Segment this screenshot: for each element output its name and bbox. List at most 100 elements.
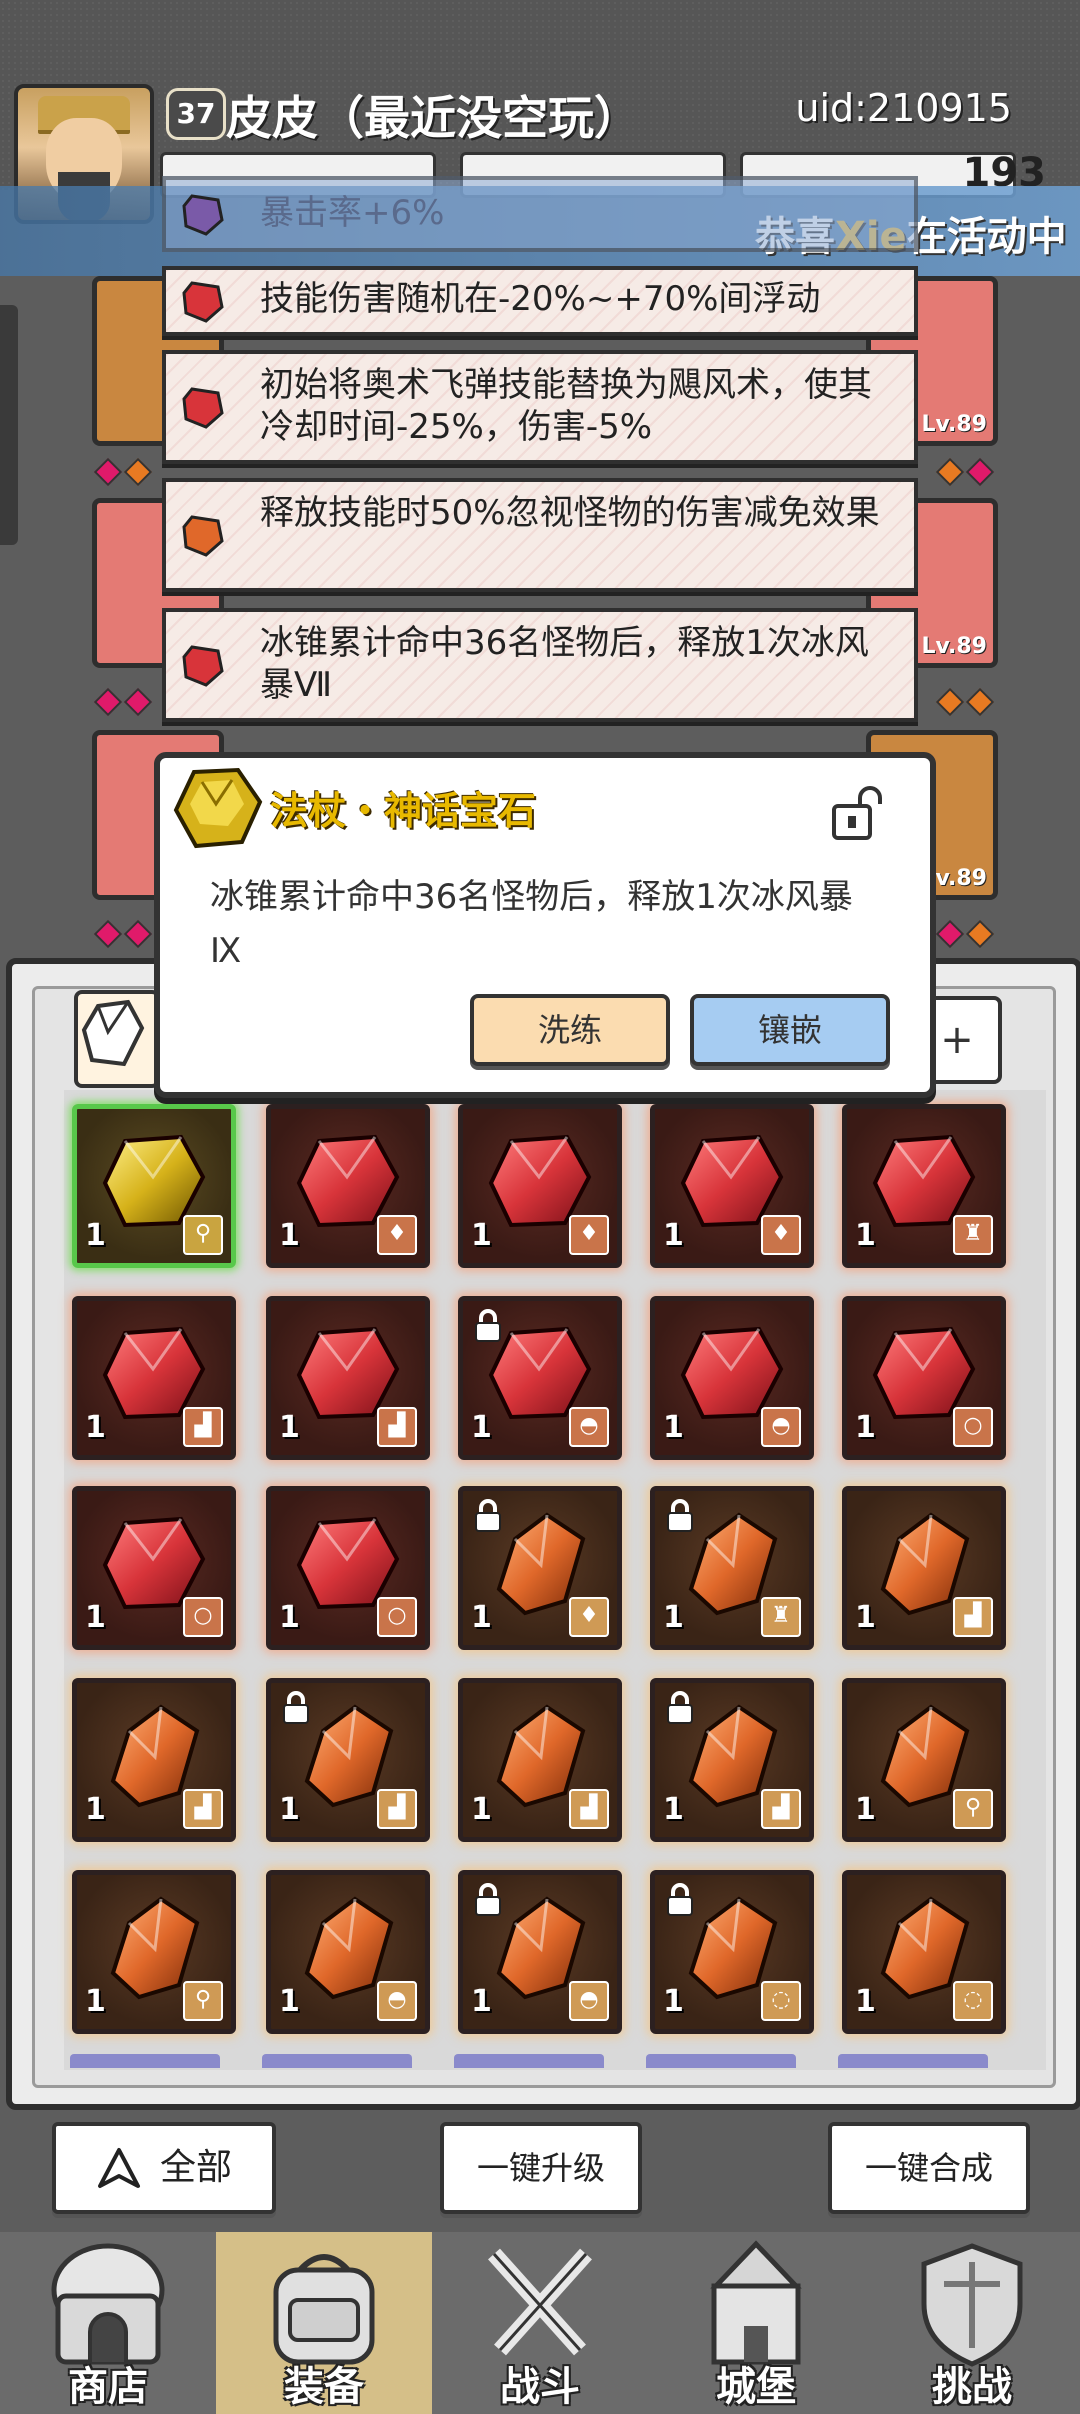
gem-count: 1 — [471, 1218, 492, 1253]
inventory-gem-cell[interactable]: 1 ▟ — [650, 1678, 814, 1842]
boot-slot-icon: ▟ — [569, 1789, 609, 1829]
inventory-gem-cell[interactable]: 1 ⚲ — [72, 1104, 236, 1268]
boot-slot-icon: ▟ — [761, 1789, 801, 1829]
gem-socket-indicator — [123, 687, 153, 717]
ring-slot-icon: ○ — [377, 1597, 417, 1637]
inventory-gem-cell[interactable]: 1 ◓ — [458, 1870, 622, 2034]
gem-count: 1 — [663, 1600, 684, 1635]
filter-all-button[interactable]: 全部 — [52, 2122, 276, 2214]
staff-slot-icon: ⚲ — [183, 1981, 223, 2021]
gem-count: 1 — [663, 1410, 684, 1445]
nav-tab-equipment[interactable]: 装备 — [216, 2232, 432, 2414]
inventory-gem-cell[interactable]: 1 ⚲ — [72, 1870, 236, 2034]
inlay-button[interactable]: 镶嵌 — [690, 994, 890, 1066]
mythic-gem-icon — [173, 767, 263, 849]
castle-icon — [710, 2240, 802, 2365]
gem-count: 1 — [855, 1792, 876, 1827]
shield-icon — [921, 2243, 1023, 2367]
inventory-gem-cell[interactable]: 1 ▟ — [72, 1678, 236, 1842]
inventory-gem-cell[interactable]: 1 ♦ — [458, 1104, 622, 1268]
gem-count: 1 — [855, 1218, 876, 1253]
gem-socket-indicator — [93, 919, 123, 949]
boot-slot-icon: ▟ — [183, 1407, 223, 1447]
gem-socket-indicator — [965, 919, 995, 949]
player-name: 皮皮（最近没空玩） — [226, 91, 640, 145]
inventory-gem-cell[interactable]: 1 ▟ — [266, 1296, 430, 1460]
affix-row: 释放技能时50%忽视怪物的伤害减免效果 — [162, 478, 918, 592]
helmet-slot-icon: ◓ — [377, 1981, 417, 2021]
inventory-gem-cell[interactable]: 1 ▟ — [842, 1486, 1006, 1650]
gem-count: 1 — [471, 1410, 492, 1445]
inventory-gem-cell[interactable]: 1 ♦ — [266, 1104, 430, 1268]
gem-socket-indicator — [935, 687, 965, 717]
inventory-gem-cell[interactable]: 1 ○ — [266, 1486, 430, 1650]
lock-icon — [667, 1499, 693, 1532]
nav-tab-shop[interactable]: 商店 — [0, 2232, 216, 2414]
gem-category-tab[interactable] — [74, 990, 160, 1088]
gem-count: 1 — [85, 1600, 106, 1635]
affix-row: 冰锥累计命中36名怪物后，释放1次冰风暴Ⅶ — [162, 608, 918, 722]
boot-slot-icon: ▟ — [377, 1789, 417, 1829]
player-level-badge: 37 — [166, 88, 226, 140]
drop-slot-icon: ♦ — [761, 1215, 801, 1255]
gem-count: 1 — [279, 1218, 300, 1253]
helmet-slot-icon: ◓ — [761, 1407, 801, 1447]
inventory-gem-cell[interactable]: 1 ◓ — [458, 1296, 622, 1460]
gem-count: 1 — [85, 1984, 106, 2019]
next-row-peek — [70, 2054, 1030, 2072]
gem-count: 1 — [855, 1984, 876, 2019]
inventory-gem-cell[interactable]: 1 ♦ — [458, 1486, 622, 1650]
inventory-gem-cell[interactable]: 1 ○ — [72, 1486, 236, 1650]
unlock-icon[interactable] — [830, 784, 886, 842]
affix-row: 技能伤害随机在-20%~+70%间浮动 — [162, 266, 918, 336]
gem-socket-indicator — [123, 457, 153, 487]
helmet-slot-icon: ◓ — [569, 1981, 609, 2021]
nav-tab-battle[interactable]: 战斗 — [432, 2232, 648, 2414]
gem-socket-indicator — [965, 687, 995, 717]
lock-icon — [283, 1691, 309, 1724]
gem-socket-indicator — [935, 919, 965, 949]
inventory-gem-cell[interactable]: 1 ◓ — [266, 1870, 430, 2034]
inventory-gem-cell[interactable]: 1 ▟ — [72, 1296, 236, 1460]
gem-title: 法杖・神话宝石 — [270, 789, 537, 833]
gem-socket-indicator — [93, 687, 123, 717]
one-click-merge-button[interactable]: 一键合成 — [828, 2122, 1030, 2214]
gem-count: 1 — [855, 1600, 876, 1635]
side-drawer-handle[interactable] — [0, 305, 18, 545]
ring-slot-icon: ○ — [953, 1407, 993, 1447]
inventory-gem-cell[interactable]: 1 ○ — [842, 1296, 1006, 1460]
lock-icon — [667, 1691, 693, 1724]
inventory-gem-cell[interactable]: 1 ♜ — [650, 1486, 814, 1650]
inventory-gem-cell[interactable]: 1 ◌ — [650, 1870, 814, 2034]
armor-slot-icon: ♜ — [761, 1597, 801, 1637]
gem-socket-indicator — [935, 457, 965, 487]
inventory-gem-cell[interactable]: 1 ◌ — [842, 1870, 1006, 2034]
inventory-gem-cell[interactable]: 1 ⚲ — [842, 1678, 1006, 1842]
helmet-slot-icon: ◓ — [569, 1407, 609, 1447]
red-gem-icon — [182, 387, 224, 429]
boot-slot-icon: ▟ — [377, 1407, 417, 1447]
inventory-gem-cell[interactable]: 1 ♜ — [842, 1104, 1006, 1268]
inventory-gem-cell[interactable]: 1 ▟ — [266, 1678, 430, 1842]
gem-socket-indicator — [123, 919, 153, 949]
gem-count: 1 — [663, 1984, 684, 2019]
nav-tab-challenge[interactable]: 挑战 — [864, 2232, 1080, 2414]
gem-count: 1 — [663, 1218, 684, 1253]
gem-count: 1 — [663, 1792, 684, 1827]
inventory-gem-cell[interactable]: 1 ♦ — [650, 1104, 814, 1268]
gem-count: 1 — [471, 1600, 492, 1635]
inventory-gem-cell[interactable]: 1 ▟ — [458, 1678, 622, 1842]
ring-slot-icon: ○ — [183, 1597, 223, 1637]
refine-button[interactable]: 洗练 — [470, 994, 670, 1066]
inventory-gem-cell[interactable]: 1 ◓ — [650, 1296, 814, 1460]
affix-row: 初始将奥术飞弹技能替换为飓风术，使其冷却时间-25%，伤害-5% — [162, 350, 918, 464]
purple-gem-icon — [182, 194, 224, 236]
gem-socket-indicator — [965, 457, 995, 487]
lock-icon — [475, 1499, 501, 1532]
one-click-upgrade-button[interactable]: 一键升级 — [440, 2122, 642, 2214]
armor-slot-icon: ♜ — [953, 1215, 993, 1255]
nav-tab-castle[interactable]: 城堡 — [648, 2232, 864, 2414]
staff-slot-icon: ⚲ — [953, 1789, 993, 1829]
gem-count: 1 — [855, 1410, 876, 1445]
lock-icon — [475, 1883, 501, 1916]
